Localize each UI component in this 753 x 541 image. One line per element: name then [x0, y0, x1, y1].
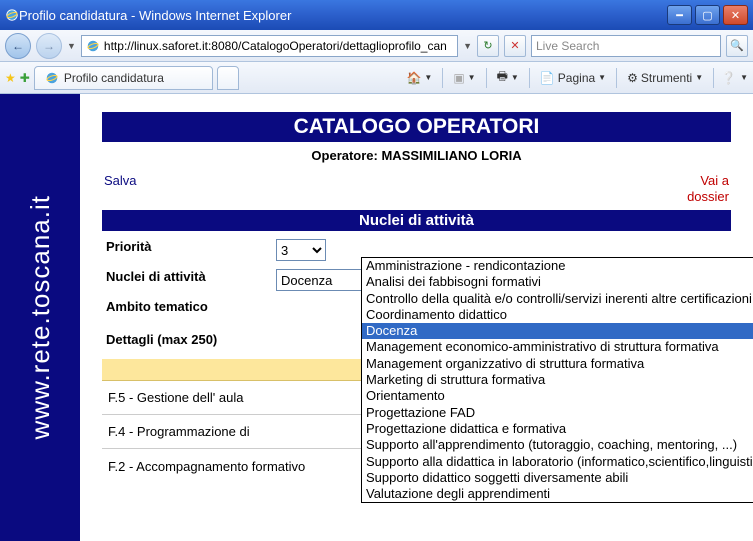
dossier-link[interactable]: Vai a dossier: [669, 173, 729, 204]
page-subtitle: Operatore: MASSIMILIANO LORIA: [102, 142, 731, 173]
dropdown-option[interactable]: Management organizzativo di struttura fo…: [362, 356, 753, 372]
stop-button[interactable]: ✕: [504, 35, 526, 57]
home-icon: 🏠: [406, 71, 421, 85]
dropdown-option[interactable]: Supporto didattico soggetti diversamente…: [362, 470, 753, 486]
dropdown-option[interactable]: Coordinamento didattico: [362, 307, 753, 323]
ie-icon: [5, 8, 19, 22]
viewport: www.rete.toscana.it CATALOGO OPERATORI O…: [0, 94, 753, 541]
dropdown-option[interactable]: Supporto all'apprendimento (tutoraggio, …: [362, 437, 753, 453]
page-icon: 📄: [540, 71, 555, 85]
chevron-down-icon[interactable]: ▼: [67, 41, 76, 51]
save-link[interactable]: Salva: [104, 173, 137, 204]
page-menu[interactable]: 📄Pagina▼: [537, 71, 609, 85]
section-header: Nuclei di attività: [102, 210, 731, 231]
page-icon: [86, 39, 100, 53]
chevron-down-icon[interactable]: ▼: [463, 41, 472, 51]
url-text: http://linux.saforet.it:8080/CatalogoOpe…: [104, 39, 447, 53]
dropdown-option[interactable]: Valutazione degli apprendimenti: [362, 486, 753, 502]
new-tab-button[interactable]: [217, 66, 239, 90]
forward-button[interactable]: →: [36, 33, 62, 59]
dropdown-option-selected[interactable]: Docenza: [362, 323, 753, 339]
ambito-label: Ambito tematico: [106, 299, 276, 314]
help-icon[interactable]: ❔: [721, 71, 736, 85]
dropdown-option[interactable]: Amministrazione - rendicontazione: [362, 258, 753, 274]
url-field[interactable]: http://linux.saforet.it:8080/CatalogoOpe…: [81, 35, 458, 57]
dropdown-option[interactable]: Controllo della qualità e/o controlli/se…: [362, 291, 753, 307]
gear-icon: ⚙: [627, 71, 638, 85]
favorites-star-icon[interactable]: ★: [5, 71, 16, 85]
nuclei-label: Nuclei di attività: [106, 269, 276, 284]
menubar: ★ ✚ Profilo candidatura 🏠▼ ▣▼ 🖶▼ 📄Pagina…: [0, 62, 753, 94]
rss-icon: ▣: [453, 71, 464, 85]
print-menu[interactable]: 🖶▼: [494, 67, 522, 88]
priority-label: Priorità: [106, 239, 276, 254]
home-menu[interactable]: 🏠▼: [403, 71, 435, 85]
feeds-menu[interactable]: ▣▼: [450, 71, 478, 85]
search-button[interactable]: 🔍: [726, 35, 748, 57]
print-icon: 🖶: [497, 67, 508, 88]
sidebar-brand: www.rete.toscana.it: [25, 195, 56, 439]
add-favorite-icon[interactable]: ✚: [20, 71, 30, 85]
close-button[interactable]: ✕: [723, 5, 748, 25]
dettagli-label: Dettagli (max 250): [106, 332, 276, 347]
nuclei-dropdown-list[interactable]: Amministrazione - rendicontazione Analis…: [361, 257, 753, 503]
dropdown-option[interactable]: Management economico-amministrativo di s…: [362, 339, 753, 355]
priority-select[interactable]: 3: [276, 239, 326, 261]
dropdown-option[interactable]: Marketing di struttura formativa: [362, 372, 753, 388]
tools-menu[interactable]: ⚙Strumenti▼: [624, 71, 706, 85]
back-button[interactable]: ←: [5, 33, 31, 59]
navbar: ← → ▼ http://linux.saforet.it:8080/Catal…: [0, 30, 753, 62]
page-title: CATALOGO OPERATORI: [102, 112, 731, 142]
search-field[interactable]: Live Search: [531, 35, 721, 57]
dropdown-option[interactable]: Orientamento: [362, 388, 753, 404]
sidebar: www.rete.toscana.it: [0, 94, 80, 541]
refresh-button[interactable]: ↻: [477, 35, 499, 57]
page-content: CATALOGO OPERATORI Operatore: MASSIMILIA…: [80, 94, 753, 541]
dropdown-option[interactable]: Progettazione FAD: [362, 405, 753, 421]
dropdown-option[interactable]: Analisi dei fabbisogni formativi: [362, 274, 753, 290]
dropdown-option[interactable]: Supporto alla didattica in laboratorio (…: [362, 454, 753, 470]
ie-icon: [45, 71, 59, 85]
tab-label: Profilo candidatura: [64, 71, 164, 85]
maximize-button[interactable]: ▢: [695, 5, 720, 25]
window-title: Profilo candidatura - Windows Internet E…: [19, 8, 664, 23]
search-placeholder: Live Search: [536, 39, 599, 53]
minimize-button[interactable]: ━: [667, 5, 692, 25]
window-titlebar: Profilo candidatura - Windows Internet E…: [0, 0, 753, 30]
dropdown-option[interactable]: Progettazione didattica e formativa: [362, 421, 753, 437]
browser-tab[interactable]: Profilo candidatura: [34, 66, 213, 90]
